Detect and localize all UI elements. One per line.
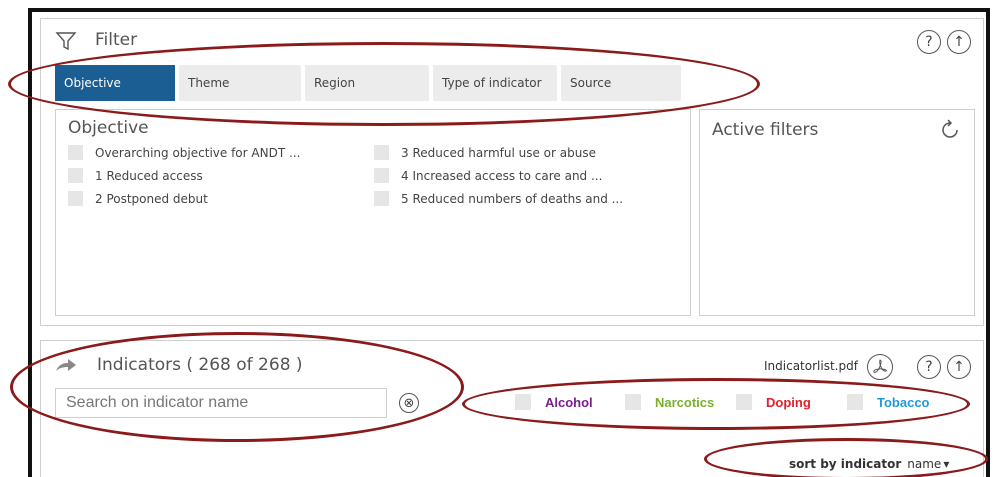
checkbox[interactable] <box>374 168 389 183</box>
option-label: 1 Reduced access <box>95 168 203 183</box>
objective-option[interactable]: 2 Postponed debut <box>68 191 208 206</box>
tab-type-of-indicator[interactable]: Type of indicator <box>433 65 557 101</box>
substance-filter-narcotics[interactable]: Narcotics <box>625 394 714 410</box>
tab-source[interactable]: Source <box>561 65 681 101</box>
objective-option[interactable]: 4 Increased access to care and ... <box>374 168 602 183</box>
reset-icon[interactable] <box>938 118 962 146</box>
substance-label: Doping <box>766 394 811 410</box>
indicators-collapse-button[interactable]: ↑ <box>947 355 971 379</box>
objective-option[interactable]: 1 Reduced access <box>68 168 203 183</box>
indicators-panel: Indicators ( 268 of 268 ) Indicatorlist.… <box>40 340 984 477</box>
indicators-help-button[interactable]: ? <box>917 355 941 379</box>
filter-title: Filter <box>95 30 138 50</box>
checkbox[interactable] <box>68 191 83 206</box>
filter-help-button[interactable]: ? <box>917 30 941 54</box>
filter-tabs: Objective Theme Region Type of indicator… <box>55 65 681 101</box>
objective-option[interactable]: 3 Reduced harmful use or abuse <box>374 145 596 160</box>
active-filters-box: Active filters <box>699 109 975 316</box>
funnel-icon <box>55 30 77 56</box>
indicator-list-pdf-link[interactable]: Indicatorlist.pdf <box>764 359 858 373</box>
chevron-down-icon: ▾ <box>943 457 950 471</box>
checkbox[interactable] <box>736 394 752 410</box>
help-icon: ? <box>925 34 933 50</box>
pdf-icon[interactable] <box>867 354 893 380</box>
tab-theme[interactable]: Theme <box>179 65 301 101</box>
substance-label: Alcohol <box>545 394 593 410</box>
checkbox[interactable] <box>68 168 83 183</box>
checkbox[interactable] <box>847 394 863 410</box>
option-label: Overarching objective for ANDT ... <box>95 145 301 160</box>
substance-filter-doping[interactable]: Doping <box>736 394 811 410</box>
checkbox[interactable] <box>374 145 389 160</box>
tab-region[interactable]: Region <box>305 65 429 101</box>
tab-objective[interactable]: Objective <box>55 65 175 101</box>
option-label: 3 Reduced harmful use or abuse <box>401 145 596 160</box>
substance-filter-alcohol[interactable]: Alcohol <box>515 394 593 410</box>
share-arrow-icon <box>55 358 77 378</box>
checkbox[interactable] <box>515 394 531 410</box>
substance-label: Narcotics <box>655 394 715 410</box>
arrow-up-icon: ↑ <box>953 34 965 50</box>
option-label: 2 Postponed debut <box>95 191 208 206</box>
checkbox[interactable] <box>625 394 641 410</box>
option-label: 4 Increased access to care and ... <box>401 168 603 183</box>
objective-option[interactable]: 5 Reduced numbers of deaths and ... <box>374 191 623 206</box>
arrow-up-icon: ↑ <box>953 359 965 375</box>
indicators-title: Indicators ( 268 of 268 ) <box>97 355 303 375</box>
search-input[interactable] <box>55 388 387 418</box>
objective-heading: Objective <box>68 118 149 138</box>
checkbox[interactable] <box>374 191 389 206</box>
checkbox[interactable] <box>68 145 83 160</box>
filter-panel: Filter ? ↑ Objective Theme Region Type o… <box>40 18 984 326</box>
substance-filter-tobacco[interactable]: Tobacco <box>847 394 930 410</box>
help-icon: ? <box>925 359 933 375</box>
active-filters-heading: Active filters <box>712 120 819 140</box>
option-label: 5 Reduced numbers of deaths and ... <box>401 191 624 206</box>
sort-control[interactable]: sort by indicator name ▾ <box>789 457 949 471</box>
sort-label: sort by indicator <box>789 457 902 471</box>
objective-option[interactable]: Overarching objective for ANDT ... <box>68 145 300 160</box>
clear-search-icon[interactable]: ⊗ <box>399 393 419 413</box>
objective-options-box: Objective Overarching objective for ANDT… <box>55 109 691 316</box>
sort-value: name <box>907 457 942 471</box>
substance-label: Tobacco <box>877 394 930 410</box>
filter-collapse-button[interactable]: ↑ <box>947 30 971 54</box>
